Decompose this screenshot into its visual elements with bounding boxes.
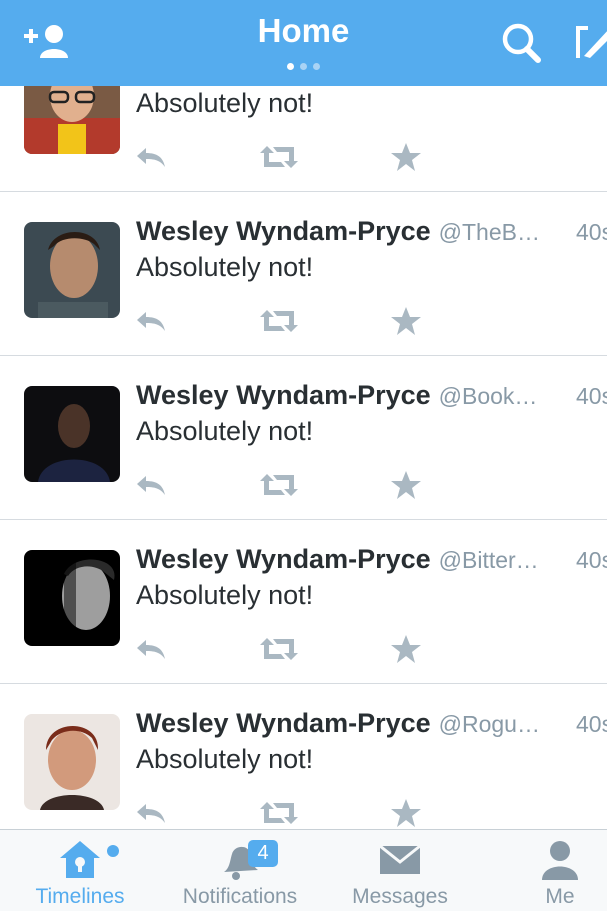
author-name[interactable]: Wesley Wyndam-Pryce [136, 708, 431, 738]
tweet-header: Wesley Wyndam-Pryce @Book… [136, 380, 607, 411]
reply-icon [137, 640, 165, 659]
favorite-button[interactable] [389, 306, 423, 336]
retweet-button[interactable] [259, 634, 299, 664]
reply-button[interactable] [134, 142, 168, 172]
reply-icon [137, 476, 165, 495]
reply-button[interactable] [134, 470, 168, 500]
star-icon [391, 307, 421, 335]
tweet-text: Absolutely not! [136, 580, 314, 610]
search-button[interactable] [494, 18, 550, 66]
star-icon [391, 635, 421, 663]
avatar[interactable] [24, 222, 120, 318]
tweet-header: Wesley Wyndam-Pryce @TheB… [136, 216, 607, 247]
retweet-button[interactable] [259, 470, 299, 500]
tab-label: Me [545, 885, 575, 908]
new-content-dot [107, 845, 119, 857]
avatar-image [24, 550, 120, 646]
author-name[interactable]: Wesley Wyndam-Pryce [136, 544, 431, 574]
retweet-icon [260, 310, 298, 332]
top-navigation-bar: Home [0, 0, 607, 86]
favorite-button[interactable] [389, 798, 423, 828]
reply-icon [137, 804, 165, 823]
favorite-button[interactable] [389, 142, 423, 172]
page-dot [313, 63, 320, 70]
author-name[interactable]: Wesley Wyndam-Pryce [136, 216, 431, 246]
avatar[interactable] [24, 86, 120, 154]
star-icon [391, 471, 421, 499]
compose-button[interactable] [570, 18, 607, 66]
avatar[interactable] [24, 714, 120, 810]
tweet-text: Absolutely not! [136, 744, 314, 774]
reply-icon [137, 148, 165, 167]
reply-button[interactable] [134, 634, 168, 664]
tweet-text: Absolutely not! [136, 416, 314, 446]
author-handle: @Rogu… [438, 711, 540, 737]
tab-notifications[interactable]: 4 Notifications [160, 830, 320, 911]
tweet-text: Absolutely not! [136, 252, 314, 282]
avatar-image [24, 386, 120, 482]
tweet-row[interactable]: Wesley Wyndam-Pryce @Bitter… 40s Absolute… [0, 520, 607, 684]
tweet-timestamp: 40s [576, 711, 607, 737]
page-dot [300, 63, 307, 70]
reply-button[interactable] [134, 798, 168, 828]
retweet-icon [260, 802, 298, 824]
avatar-image [24, 86, 120, 154]
tweet-row[interactable]: Wesley Wyndam-Pryce @Rogu… 40s Absolutely… [0, 684, 607, 829]
search-icon [502, 23, 541, 63]
tweet-timestamp: 40s [576, 219, 607, 245]
author-handle: @Bitter… [438, 547, 539, 573]
compose-icon [576, 26, 607, 58]
avatar-image [24, 714, 120, 810]
author-handle: @Book… [438, 383, 538, 409]
tweet-timestamp: 40s [576, 547, 607, 573]
notification-badge: 4 [248, 840, 278, 867]
tab-me[interactable]: Me [480, 830, 607, 911]
author-name[interactable]: Wesley Wyndam-Pryce [136, 380, 431, 410]
star-icon [391, 799, 421, 827]
tweet-row[interactable]: Wesley Wyndam-Pryce @Book… 40s Absolutely… [0, 356, 607, 520]
tweet-header: Wesley Wyndam-Pryce @Rogu… [136, 708, 607, 739]
retweet-icon [260, 474, 298, 496]
tweet-text: Absolutely not! [136, 88, 314, 118]
retweet-icon [260, 146, 298, 168]
avatar[interactable] [24, 550, 120, 646]
tab-label: Messages [352, 885, 448, 908]
author-handle: @TheB… [438, 219, 540, 245]
tweet-row[interactable]: Absolutely not! [0, 86, 607, 192]
favorite-button[interactable] [389, 470, 423, 500]
tweet-timestamp: 40s [576, 383, 607, 409]
star-icon [391, 143, 421, 171]
favorite-button[interactable] [389, 634, 423, 664]
page-dot [287, 63, 294, 70]
tab-messages[interactable]: Messages [320, 830, 480, 911]
tweet-row[interactable]: Wesley Wyndam-Pryce @TheB… 40s Absolutely… [0, 192, 607, 356]
retweet-button[interactable] [259, 306, 299, 336]
bottom-tab-bar: Timelines 4 Notifications Messages Me [0, 829, 607, 911]
avatar[interactable] [24, 386, 120, 482]
tab-label: Notifications [182, 885, 298, 908]
person-icon [538, 838, 582, 882]
tweet-header: Wesley Wyndam-Pryce @Bitter… [136, 544, 607, 575]
retweet-icon [260, 638, 298, 660]
tab-timelines[interactable]: Timelines [0, 830, 160, 911]
timeline-feed[interactable]: Absolutely not! Wesley Wyndam-Pryce @TheB… [0, 86, 607, 829]
tab-label: Timelines [35, 885, 125, 908]
envelope-icon [378, 838, 422, 882]
retweet-button[interactable] [259, 798, 299, 828]
reply-icon [137, 312, 165, 331]
avatar-image [24, 222, 120, 318]
retweet-button[interactable] [259, 142, 299, 172]
home-icon [58, 838, 102, 882]
reply-button[interactable] [134, 306, 168, 336]
